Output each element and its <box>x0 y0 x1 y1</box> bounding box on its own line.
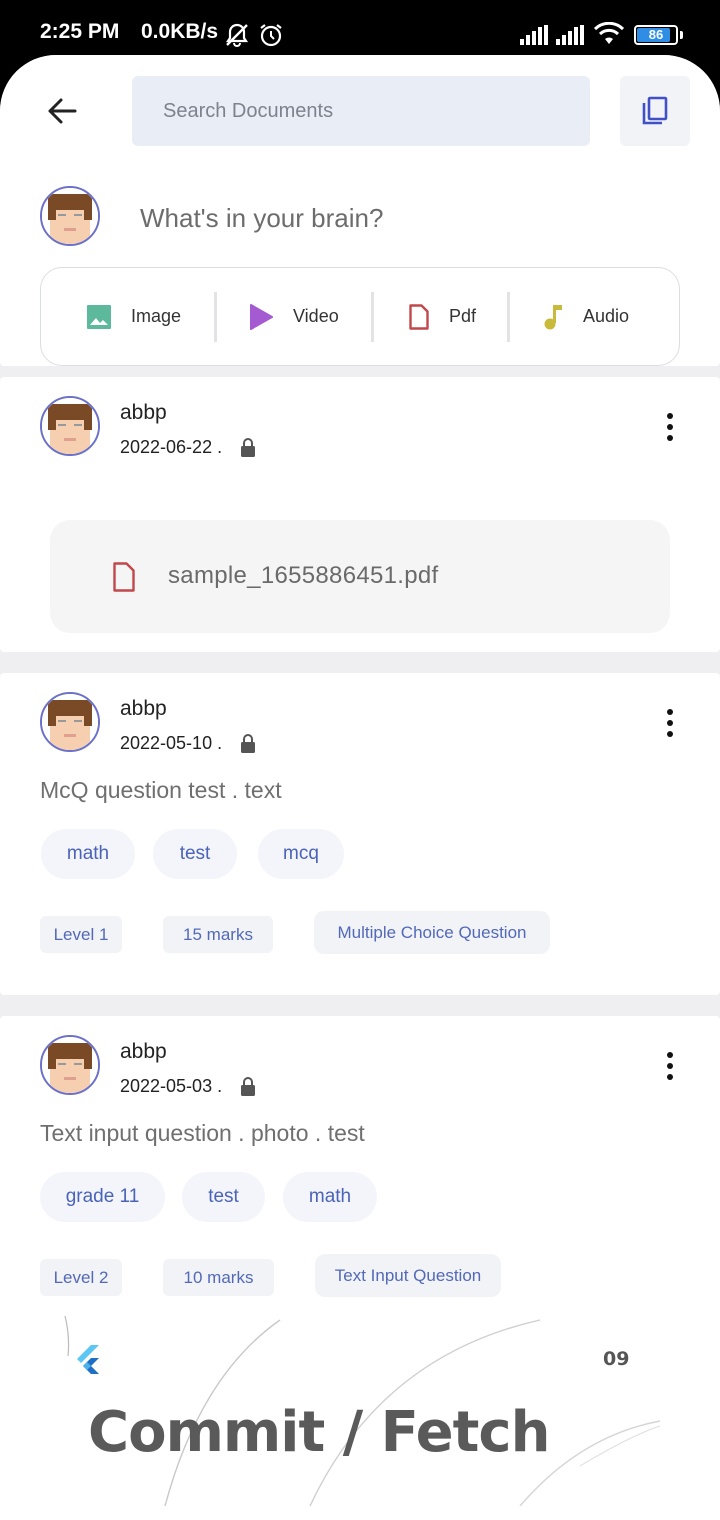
battery-level: 86 <box>648 27 664 42</box>
marks-badge: 15 marks <box>163 916 273 953</box>
app-screen: What's in your brain? Image Video Pdf Au… <box>0 55 720 1520</box>
watermark-number: 09 <box>603 1348 630 1370</box>
tag-chip[interactable]: test <box>182 1172 265 1222</box>
divider <box>371 292 374 342</box>
post-date: 2022-06-22 . <box>120 437 223 457</box>
question-type-badge: Text Input Question <box>315 1254 501 1297</box>
watermark: 09 Commit / Fetch <box>60 1316 660 1506</box>
file-icon <box>409 303 429 330</box>
battery-icon: 86 <box>634 25 678 45</box>
muted-bell-icon <box>224 22 250 52</box>
tag-chip[interactable]: math <box>283 1172 377 1222</box>
copy-icon <box>642 96 668 125</box>
post-date: 2022-05-03 . <box>120 1076 223 1096</box>
media-video-button[interactable]: Video <box>249 268 339 365</box>
post-text: McQ question test . text <box>40 777 282 803</box>
media-pdf-button[interactable]: Pdf <box>409 268 476 365</box>
divider <box>507 292 510 342</box>
flutter-logo-icon <box>77 1345 99 1374</box>
lock-icon <box>241 1077 255 1096</box>
avatar <box>40 396 100 456</box>
network-speed: 0.0KB/s <box>141 20 219 43</box>
avatar <box>40 692 100 752</box>
marks-badge: 10 marks <box>163 1259 274 1296</box>
post-card[interactable]: abbp 2022-06-22 . sample_1655886451.pdf <box>0 377 720 652</box>
level-badge: Level 1 <box>40 916 122 953</box>
media-bar: Image Video Pdf Audio <box>40 267 680 366</box>
media-audio-label: Audio <box>583 306 630 326</box>
more-options-button[interactable] <box>655 407 685 447</box>
watermark-title: Commit / Fetch <box>88 1400 550 1465</box>
post-author: abbp <box>120 1040 167 1063</box>
composer-prompt[interactable]: What's in your brain? <box>140 203 383 234</box>
battery-tip <box>680 31 683 39</box>
arrow-back-icon <box>48 98 77 124</box>
post-author: abbp <box>120 401 167 424</box>
media-audio-button[interactable]: Audio <box>543 268 629 365</box>
post-text: Text input question . photo . test <box>40 1120 365 1146</box>
post-date: 2022-05-10 . <box>120 733 223 753</box>
lock-icon <box>241 734 255 753</box>
more-options-button[interactable] <box>655 703 685 743</box>
tag-chip[interactable]: grade 11 <box>40 1172 165 1222</box>
image-icon <box>87 304 111 329</box>
composer-card: What's in your brain? Image Video Pdf Au… <box>0 167 720 366</box>
media-image-button[interactable]: Image <box>87 268 181 365</box>
wifi-icon <box>593 21 625 50</box>
play-icon <box>250 303 273 330</box>
alarm-icon <box>258 22 284 52</box>
file-attachment[interactable]: sample_1655886451.pdf <box>50 520 670 633</box>
tag-chip[interactable]: math <box>41 829 135 879</box>
file-icon <box>113 562 135 592</box>
back-button[interactable] <box>36 85 88 137</box>
divider <box>214 292 217 342</box>
status-time: 2:25 PM <box>40 20 120 43</box>
post-author: abbp <box>120 697 167 720</box>
signal-icon-2 <box>556 25 586 49</box>
signal-icon <box>520 25 550 49</box>
media-image-label: Image <box>131 306 182 326</box>
tag-chip[interactable]: mcq <box>258 829 344 879</box>
app-bar <box>0 55 720 167</box>
avatar <box>40 186 100 246</box>
music-note-icon <box>544 304 562 329</box>
more-options-button[interactable] <box>655 1046 685 1086</box>
question-type-badge: Multiple Choice Question <box>314 911 550 954</box>
post-card[interactable]: abbp 2022-05-10 . McQ question test . te… <box>0 673 720 995</box>
tag-chip[interactable]: test <box>153 829 237 879</box>
avatar <box>40 1035 100 1095</box>
file-name: sample_1655886451.pdf <box>168 562 439 589</box>
media-pdf-label: Pdf <box>449 306 477 326</box>
lock-icon <box>241 438 255 457</box>
level-badge: Level 2 <box>40 1259 122 1296</box>
copy-button[interactable] <box>620 76 690 146</box>
search-input[interactable] <box>132 76 590 146</box>
media-video-label: Video <box>293 306 339 326</box>
